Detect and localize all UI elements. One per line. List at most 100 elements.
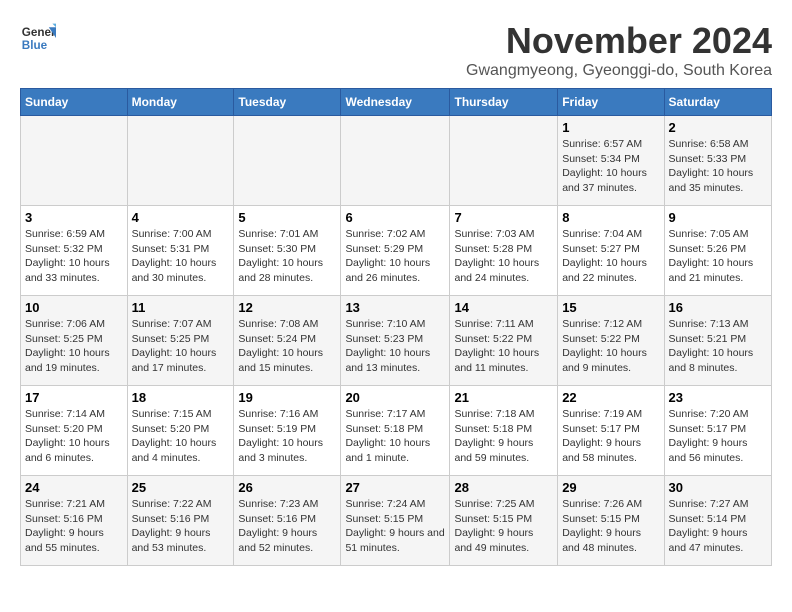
logo-icon: General Blue bbox=[20, 20, 56, 56]
day-number: 24 bbox=[25, 480, 123, 495]
day-number: 11 bbox=[132, 300, 230, 315]
day-info: Sunrise: 7:21 AM Sunset: 5:16 PM Dayligh… bbox=[25, 497, 123, 556]
day-info: Sunrise: 7:19 AM Sunset: 5:17 PM Dayligh… bbox=[562, 407, 659, 466]
title-section: November 2024 Gwangmyeong, Gyeonggi-do, … bbox=[466, 20, 772, 80]
calendar-cell: 18Sunrise: 7:15 AM Sunset: 5:20 PM Dayli… bbox=[127, 386, 234, 476]
day-info: Sunrise: 7:23 AM Sunset: 5:16 PM Dayligh… bbox=[238, 497, 336, 556]
day-info: Sunrise: 7:06 AM Sunset: 5:25 PM Dayligh… bbox=[25, 317, 123, 376]
day-number: 19 bbox=[238, 390, 336, 405]
day-info: Sunrise: 6:59 AM Sunset: 5:32 PM Dayligh… bbox=[25, 227, 123, 286]
calendar-cell: 30Sunrise: 7:27 AM Sunset: 5:14 PM Dayli… bbox=[664, 476, 771, 566]
calendar-cell: 13 Sunrise: 7:10 AM Sunset: 5:23 PM Dayli… bbox=[341, 296, 450, 386]
calendar-cell: 20 Sunrise: 7:17 AM Sunset: 5:18 PM Dayli… bbox=[341, 386, 450, 476]
day-number: 1 bbox=[562, 120, 659, 135]
day-info: Sunrise: 7:18 AM Sunset: 5:18 PM Dayligh… bbox=[454, 407, 553, 466]
calendar-cell: 27Sunrise: 7:24 AM Sunset: 5:15 PM Dayli… bbox=[341, 476, 450, 566]
calendar-cell bbox=[234, 116, 341, 206]
calendar-cell bbox=[341, 116, 450, 206]
day-info: Sunrise: 7:12 AM Sunset: 5:22 PM Dayligh… bbox=[562, 317, 659, 376]
calendar-cell: 2 Sunrise: 6:58 AM Sunset: 5:33 PM Daylig… bbox=[664, 116, 771, 206]
day-number: 9 bbox=[669, 210, 767, 225]
day-number: 23 bbox=[669, 390, 767, 405]
day-info: Sunrise: 7:14 AM Sunset: 5:20 PM Dayligh… bbox=[25, 407, 123, 466]
calendar-week-row: 1 Sunrise: 6:57 AM Sunset: 5:34 PM Daylig… bbox=[21, 116, 772, 206]
calendar-cell: 8Sunrise: 7:04 AM Sunset: 5:27 PM Daylig… bbox=[558, 206, 664, 296]
day-number: 29 bbox=[562, 480, 659, 495]
calendar-cell: 28Sunrise: 7:25 AM Sunset: 5:15 PM Dayli… bbox=[450, 476, 558, 566]
day-info: Sunrise: 7:24 AM Sunset: 5:15 PM Dayligh… bbox=[345, 497, 445, 556]
day-info: Sunrise: 7:10 AM Sunset: 5:23 PM Dayligh… bbox=[345, 317, 445, 376]
calendar-week-row: 10 Sunrise: 7:06 AM Sunset: 5:25 PM Dayli… bbox=[21, 296, 772, 386]
day-number: 16 bbox=[669, 300, 767, 315]
day-number: 5 bbox=[238, 210, 336, 225]
day-info: Sunrise: 7:00 AM Sunset: 5:31 PM Dayligh… bbox=[132, 227, 230, 286]
day-number: 4 bbox=[132, 210, 230, 225]
calendar-cell bbox=[21, 116, 128, 206]
day-info: Sunrise: 7:20 AM Sunset: 5:17 PM Dayligh… bbox=[669, 407, 767, 466]
calendar-cell: 25 Sunrise: 7:22 AM Sunset: 5:16 PM Dayli… bbox=[127, 476, 234, 566]
weekday-header-monday: Monday bbox=[127, 89, 234, 116]
day-info: Sunrise: 7:17 AM Sunset: 5:18 PM Dayligh… bbox=[345, 407, 445, 466]
day-info: Sunrise: 7:13 AM Sunset: 5:21 PM Dayligh… bbox=[669, 317, 767, 376]
day-info: Sunrise: 7:05 AM Sunset: 5:26 PM Dayligh… bbox=[669, 227, 767, 286]
day-number: 28 bbox=[454, 480, 553, 495]
calendar-cell: 12 Sunrise: 7:08 AM Sunset: 5:24 PM Dayli… bbox=[234, 296, 341, 386]
day-info: Sunrise: 7:15 AM Sunset: 5:20 PM Dayligh… bbox=[132, 407, 230, 466]
day-number: 7 bbox=[454, 210, 553, 225]
calendar-cell: 6 Sunrise: 7:02 AM Sunset: 5:29 PM Daylig… bbox=[341, 206, 450, 296]
calendar-cell: 24 Sunrise: 7:21 AM Sunset: 5:16 PM Dayli… bbox=[21, 476, 128, 566]
logo: General Blue bbox=[20, 20, 56, 56]
calendar-cell: 9 Sunrise: 7:05 AM Sunset: 5:26 PM Daylig… bbox=[664, 206, 771, 296]
day-number: 21 bbox=[454, 390, 553, 405]
day-info: Sunrise: 7:27 AM Sunset: 5:14 PM Dayligh… bbox=[669, 497, 767, 556]
month-title: November 2024 bbox=[466, 20, 772, 62]
day-info: Sunrise: 7:08 AM Sunset: 5:24 PM Dayligh… bbox=[238, 317, 336, 376]
day-info: Sunrise: 7:03 AM Sunset: 5:28 PM Dayligh… bbox=[454, 227, 553, 286]
calendar-cell: 11Sunrise: 7:07 AM Sunset: 5:25 PM Dayli… bbox=[127, 296, 234, 386]
calendar-week-row: 24 Sunrise: 7:21 AM Sunset: 5:16 PM Dayli… bbox=[21, 476, 772, 566]
calendar-table: SundayMondayTuesdayWednesdayThursdayFrid… bbox=[20, 88, 772, 566]
weekday-header-wednesday: Wednesday bbox=[341, 89, 450, 116]
weekday-header-sunday: Sunday bbox=[21, 89, 128, 116]
day-info: Sunrise: 6:58 AM Sunset: 5:33 PM Dayligh… bbox=[669, 137, 767, 196]
calendar-cell: 7 Sunrise: 7:03 AM Sunset: 5:28 PM Daylig… bbox=[450, 206, 558, 296]
day-number: 12 bbox=[238, 300, 336, 315]
calendar-cell: 10 Sunrise: 7:06 AM Sunset: 5:25 PM Dayli… bbox=[21, 296, 128, 386]
calendar-week-row: 17 Sunrise: 7:14 AM Sunset: 5:20 PM Dayli… bbox=[21, 386, 772, 476]
svg-text:Blue: Blue bbox=[22, 39, 48, 52]
calendar-cell: 22Sunrise: 7:19 AM Sunset: 5:17 PM Dayli… bbox=[558, 386, 664, 476]
day-number: 10 bbox=[25, 300, 123, 315]
day-info: Sunrise: 7:02 AM Sunset: 5:29 PM Dayligh… bbox=[345, 227, 445, 286]
calendar-cell: 3 Sunrise: 6:59 AM Sunset: 5:32 PM Daylig… bbox=[21, 206, 128, 296]
day-info: Sunrise: 7:01 AM Sunset: 5:30 PM Dayligh… bbox=[238, 227, 336, 286]
page-header: General Blue November 2024 Gwangmyeong, … bbox=[20, 20, 772, 80]
day-number: 25 bbox=[132, 480, 230, 495]
day-number: 14 bbox=[454, 300, 553, 315]
day-info: Sunrise: 6:57 AM Sunset: 5:34 PM Dayligh… bbox=[562, 137, 659, 196]
calendar-cell bbox=[450, 116, 558, 206]
calendar-cell: 1 Sunrise: 6:57 AM Sunset: 5:34 PM Daylig… bbox=[558, 116, 664, 206]
calendar-cell: 16 Sunrise: 7:13 AM Sunset: 5:21 PM Dayli… bbox=[664, 296, 771, 386]
day-number: 13 bbox=[345, 300, 445, 315]
calendar-cell: 21 Sunrise: 7:18 AM Sunset: 5:18 PM Dayli… bbox=[450, 386, 558, 476]
day-number: 20 bbox=[345, 390, 445, 405]
day-number: 6 bbox=[345, 210, 445, 225]
day-number: 2 bbox=[669, 120, 767, 135]
day-info: Sunrise: 7:26 AM Sunset: 5:15 PM Dayligh… bbox=[562, 497, 659, 556]
calendar-cell: 14 Sunrise: 7:11 AM Sunset: 5:22 PM Dayli… bbox=[450, 296, 558, 386]
day-number: 26 bbox=[238, 480, 336, 495]
calendar-cell: 17 Sunrise: 7:14 AM Sunset: 5:20 PM Dayli… bbox=[21, 386, 128, 476]
weekday-header-tuesday: Tuesday bbox=[234, 89, 341, 116]
day-number: 17 bbox=[25, 390, 123, 405]
day-info: Sunrise: 7:11 AM Sunset: 5:22 PM Dayligh… bbox=[454, 317, 553, 376]
calendar-cell: 4 Sunrise: 7:00 AM Sunset: 5:31 PM Daylig… bbox=[127, 206, 234, 296]
calendar-cell: 19Sunrise: 7:16 AM Sunset: 5:19 PM Dayli… bbox=[234, 386, 341, 476]
weekday-header-friday: Friday bbox=[558, 89, 664, 116]
day-info: Sunrise: 7:22 AM Sunset: 5:16 PM Dayligh… bbox=[132, 497, 230, 556]
calendar-cell: 23 Sunrise: 7:20 AM Sunset: 5:17 PM Dayli… bbox=[664, 386, 771, 476]
day-number: 8 bbox=[562, 210, 659, 225]
weekday-header-saturday: Saturday bbox=[664, 89, 771, 116]
calendar-cell: 26 Sunrise: 7:23 AM Sunset: 5:16 PM Dayli… bbox=[234, 476, 341, 566]
day-number: 15 bbox=[562, 300, 659, 315]
day-number: 3 bbox=[25, 210, 123, 225]
